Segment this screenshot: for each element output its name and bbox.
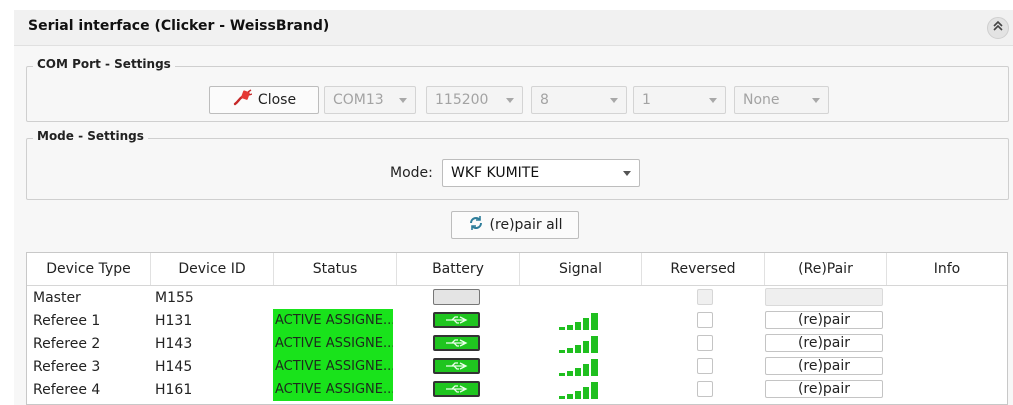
signal-strength-icon [559, 313, 598, 330]
parity-value: None [743, 92, 780, 108]
panel-header: Serial interface (Clicker - WeissBrand) [14, 10, 1013, 46]
collapse-button[interactable] [987, 17, 1009, 39]
device-type-cell: Referee 1 [33, 312, 101, 329]
column-header-battery[interactable]: Battery [397, 253, 520, 285]
reversed-checkbox[interactable] [697, 312, 713, 328]
column-header-repair[interactable]: (Re)Pair [765, 253, 887, 285]
chevron-down-icon [812, 97, 820, 103]
com-port-group-title: COM Port - Settings [33, 57, 175, 71]
device-type-cell: Referee 3 [33, 358, 101, 375]
parity-select[interactable]: None [734, 86, 829, 114]
signal-strength-icon [559, 359, 598, 376]
status-badge: ACTIVE ASSIGNE... [273, 378, 393, 401]
device-type-cell: Referee 2 [33, 335, 101, 352]
chevron-down-icon [610, 97, 618, 103]
repair-button[interactable]: (re)pair [765, 334, 883, 352]
usb-battery-icon [433, 381, 480, 397]
baud-select[interactable]: 115200 [426, 86, 523, 114]
column-header-signal[interactable]: Signal [520, 253, 642, 285]
port-select[interactable]: COM13 [324, 86, 416, 114]
stop-bits-select[interactable]: 1 [633, 86, 726, 114]
column-header-status[interactable]: Status [274, 253, 397, 285]
repair-button[interactable]: (re)pair [765, 380, 883, 398]
repair-button[interactable]: (re)pair [765, 357, 883, 375]
status-badge: ACTIVE ASSIGNE... [273, 332, 393, 355]
reversed-checkbox[interactable] [697, 289, 713, 305]
data-bits-select[interactable]: 8 [531, 86, 627, 114]
table-row[interactable]: Master M155 [27, 286, 1007, 309]
column-header-info[interactable]: Info [887, 253, 1007, 285]
reversed-checkbox[interactable] [697, 335, 713, 351]
close-button-label: Close [257, 92, 297, 108]
device-id-cell: M155 [155, 289, 194, 306]
repair-all-label: (re)pair all [489, 217, 563, 233]
device-id-cell: H131 [155, 312, 193, 329]
device-id-cell: H143 [155, 335, 193, 352]
signal-strength-icon [559, 382, 598, 399]
repair-button[interactable]: (re)pair [765, 311, 883, 329]
mode-settings-group-title: Mode - Settings [33, 129, 148, 143]
chevron-double-up-icon [992, 20, 1004, 36]
table-row[interactable]: Referee 1 H131 ACTIVE ASSIGNE... (re)pai… [27, 309, 1007, 332]
status-badge: ACTIVE ASSIGNE... [273, 309, 393, 332]
table-row[interactable]: Referee 3 H145 ACTIVE ASSIGNE... (re)pai… [27, 355, 1007, 378]
repair-all-button[interactable]: (re)pair all [451, 211, 579, 239]
mode-label: Mode: [390, 165, 433, 181]
column-header-reversed[interactable]: Reversed [642, 253, 765, 285]
mode-select[interactable]: WKF KUMITE [442, 159, 640, 187]
battery-empty-icon [433, 289, 480, 305]
chevron-down-icon [399, 97, 407, 103]
usb-battery-icon [433, 335, 480, 351]
column-header-device-id[interactable]: Device ID [151, 253, 274, 285]
panel-title: Serial interface (Clicker - WeissBrand) [28, 18, 330, 34]
unplug-icon [232, 89, 253, 111]
usb-battery-icon [433, 358, 480, 374]
refresh-icon [468, 215, 484, 235]
status-badge: ACTIVE ASSIGNE... [273, 355, 393, 378]
chevron-down-icon [623, 170, 631, 176]
chevron-down-icon [506, 97, 514, 103]
baud-value: 115200 [435, 92, 489, 108]
repair-button[interactable] [765, 288, 883, 306]
device-type-cell: Referee 4 [33, 381, 101, 398]
table-header: Device Type Device ID Status Battery Sig… [27, 253, 1007, 286]
reversed-checkbox[interactable] [697, 358, 713, 374]
device-table: Device Type Device ID Status Battery Sig… [26, 252, 1008, 405]
usb-battery-icon [433, 312, 480, 328]
port-value: COM13 [333, 92, 384, 108]
device-type-cell: Master [33, 289, 81, 306]
reversed-checkbox[interactable] [697, 381, 713, 397]
table-row[interactable]: Referee 2 H143 ACTIVE ASSIGNE... (re)pai… [27, 332, 1007, 355]
mode-value: WKF KUMITE [451, 165, 540, 181]
device-id-cell: H161 [155, 381, 193, 398]
chevron-down-icon [709, 97, 717, 103]
signal-strength-icon [559, 336, 598, 353]
data-bits-value: 8 [540, 92, 549, 108]
stop-bits-value: 1 [642, 92, 651, 108]
table-row[interactable]: Referee 4 H161 ACTIVE ASSIGNE... (re)pai… [27, 378, 1007, 401]
close-port-button[interactable]: Close [209, 86, 319, 114]
device-id-cell: H145 [155, 358, 193, 375]
column-header-device-type[interactable]: Device Type [27, 253, 151, 285]
